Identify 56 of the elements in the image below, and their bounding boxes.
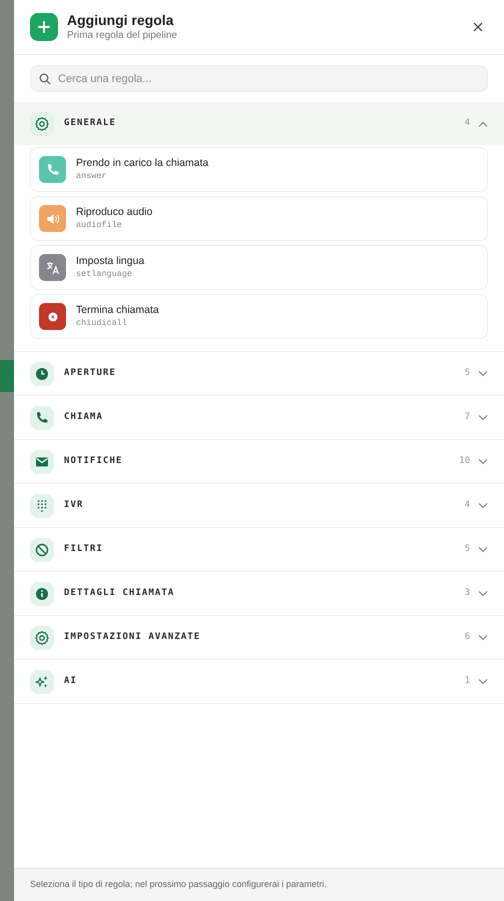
category-count: 5 (464, 542, 470, 556)
category-label: DETTAGLI CHIAMATA (64, 586, 174, 600)
category-label: AI (64, 674, 77, 688)
search-field[interactable]: Cerca una regola... (30, 65, 488, 92)
rule-card[interactable]: Prendo in carico la chiamata answer (30, 147, 488, 192)
chevron-icon (478, 678, 488, 684)
gear-icon (30, 112, 54, 136)
chevron-icon (478, 502, 488, 508)
category-count: 10 (459, 454, 470, 468)
chevron-icon (478, 120, 488, 126)
category-count: 3 (464, 586, 470, 600)
rule-code: audiofile (76, 219, 123, 232)
panel-subtitle: Prima regola del pipeline (67, 29, 178, 43)
category-label: GENERALE (64, 116, 116, 130)
category-label: IVR (64, 498, 84, 512)
rule-card[interactable]: Riproduco audio audiofile (30, 196, 488, 241)
chevron-icon (478, 414, 488, 420)
phone-icon (30, 406, 54, 430)
category-label: NOTIFICHE (64, 454, 122, 468)
rule-card[interactable]: Imposta lingua setlanguage (30, 245, 488, 290)
chevron-icon (478, 370, 488, 376)
envelope-icon (30, 450, 54, 474)
category-count: 4 (464, 116, 470, 130)
clock-icon (30, 362, 54, 386)
dialpad-icon (30, 494, 54, 518)
category-count: 5 (464, 366, 470, 380)
category-label: CHIAMA (64, 410, 103, 424)
plus-icon (30, 13, 58, 41)
gear-icon (30, 626, 54, 650)
category-label: IMPOSTAZIONI AVANZATE (64, 630, 200, 644)
rule-code: answer (76, 170, 108, 183)
rule-title: Prendo in carico la chiamata (76, 156, 208, 170)
footer-hint: Seleziona il tipo di regola; nel prossimo passaggio configurerai i parametri. (30, 878, 327, 892)
close-icon (473, 22, 483, 32)
info-icon (30, 582, 54, 606)
category-label: FILTRI (64, 542, 103, 556)
category-count: 4 (464, 498, 470, 512)
rule-code: chiudicall (76, 317, 128, 330)
rule-card[interactable]: Termina chiamata chiudicall (30, 294, 488, 339)
rule-title: Imposta lingua (76, 254, 144, 268)
category-count: 1 (464, 674, 470, 688)
sparkles-icon (30, 670, 54, 694)
chevron-icon (478, 458, 488, 464)
category-count: 6 (464, 630, 470, 644)
rule-title: Riproduco audio (76, 205, 152, 219)
chevron-icon (478, 590, 488, 596)
search-icon (39, 73, 51, 85)
category-count: 7 (464, 410, 470, 424)
panel-title: Aggiungi regola (67, 11, 175, 29)
chevron-icon (478, 634, 488, 640)
prohibited-icon (30, 538, 54, 562)
rule-title: Termina chiamata (76, 303, 159, 317)
category-label: APERTURE (64, 366, 116, 380)
category-header[interactable]: GENERALE 4 (14, 102, 504, 145)
rule-code: setlanguage (76, 268, 134, 281)
chevron-icon (478, 546, 488, 552)
